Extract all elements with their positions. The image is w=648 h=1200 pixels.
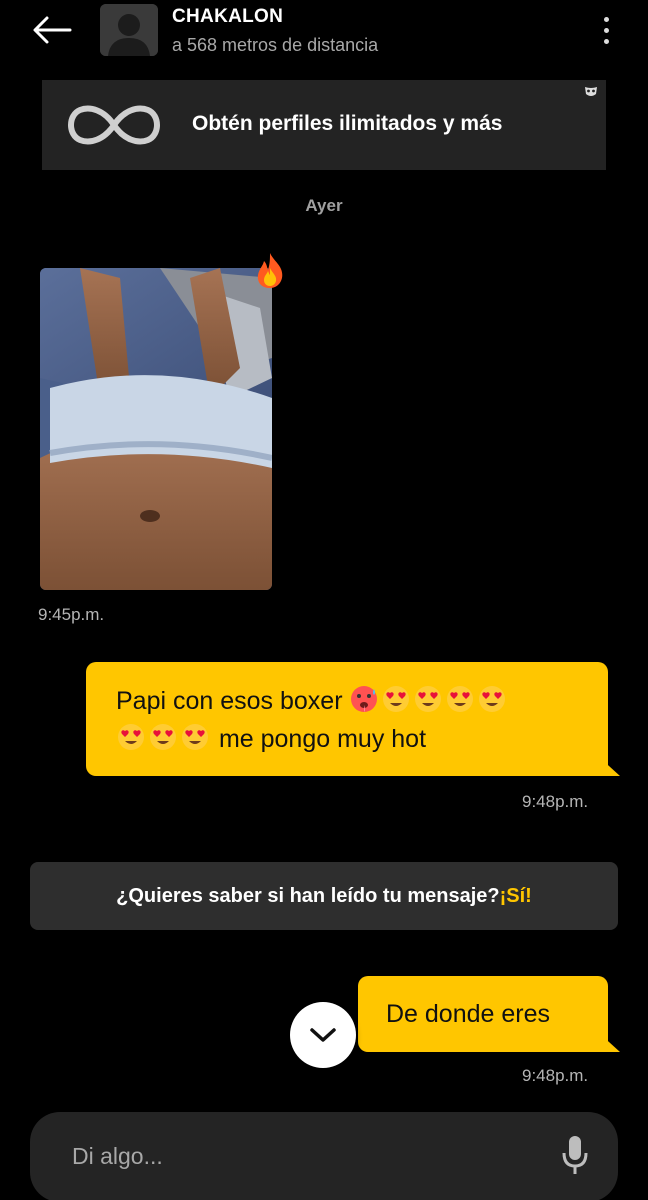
dot [603, 38, 609, 44]
dot [603, 27, 609, 33]
arrow-left-icon [33, 16, 72, 44]
message-timestamp: 9:48p.m. [522, 792, 589, 811]
heart-eyes-emoji-icon [383, 686, 410, 712]
chat-header: CHAKALON a 568 metros de distancia [0, 0, 648, 70]
message-timestamp: 9:48p.m. [522, 1066, 589, 1085]
photo-thumbnail [40, 268, 272, 590]
read-receipts-question: ¿Quieres saber si han leído tu mensaje? [116, 884, 500, 907]
contact-name[interactable]: CHAKALON [172, 6, 283, 28]
day-separator: Ayer [305, 196, 343, 215]
chevron-down-icon [310, 1028, 336, 1042]
photo-message[interactable] [40, 268, 272, 590]
grindr-mask-icon [585, 87, 597, 96]
heart-eyes-emoji-icon [415, 686, 442, 712]
upgrade-promo-banner[interactable]: Obtén perfiles ilimitados y más [42, 80, 606, 170]
message-text: me pongo muy hot [218, 725, 427, 753]
heart-eyes-emoji-icon [182, 724, 208, 750]
hot-face-emoji-icon [351, 686, 378, 712]
infinity-icon [68, 105, 160, 145]
outgoing-message-bubble[interactable]: De donde eres [358, 976, 620, 1052]
heart-eyes-emoji-icon [447, 686, 474, 712]
message-input[interactable] [72, 1136, 532, 1176]
dot [603, 16, 609, 22]
bubble-tail [598, 1032, 620, 1052]
message-line: Papi con esos boxer [116, 682, 578, 720]
microphone-icon[interactable] [560, 1134, 590, 1176]
heart-eyes-emoji-icon [479, 686, 506, 712]
avatar[interactable] [100, 4, 158, 56]
read-receipts-upsell[interactable]: ¿Quieres saber si han leído tu mensaje? ¡… [30, 862, 618, 930]
promo-text: Obtén perfiles ilimitados y más [192, 112, 503, 135]
read-receipts-yes-link[interactable]: ¡Sí! [500, 885, 532, 908]
user-silhouette-icon [100, 4, 158, 56]
fire-reaction-icon [257, 253, 283, 288]
message-composer [30, 1112, 618, 1200]
contact-distance: a 568 metros de distancia [172, 35, 379, 55]
message-timestamp: 9:45p.m. [38, 605, 105, 624]
message-text: Papi con esos boxer [116, 687, 343, 715]
bubble-tail [598, 756, 620, 776]
scroll-to-bottom-button[interactable] [290, 1002, 356, 1068]
heart-eyes-emoji-icon [150, 724, 176, 750]
outgoing-message-bubble[interactable]: Papi con esos boxer me pongo muy hot [86, 662, 620, 776]
back-button[interactable] [24, 8, 80, 52]
more-options-button[interactable] [592, 10, 620, 50]
message-text: De donde eres [386, 1000, 551, 1028]
heart-eyes-emoji-icon [118, 724, 144, 750]
message-line: me pongo muy hot [116, 720, 578, 758]
